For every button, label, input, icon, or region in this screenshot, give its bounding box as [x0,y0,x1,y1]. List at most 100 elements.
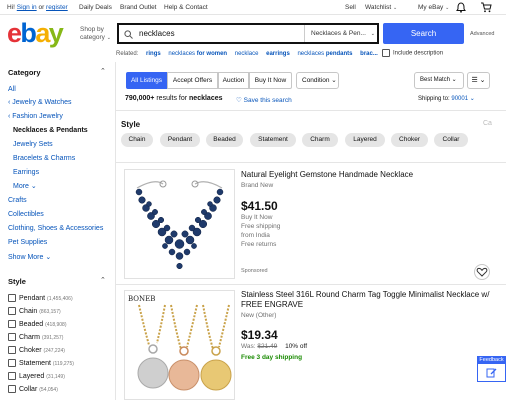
sponsored-label: Sponsored [241,268,268,274]
condition-dropdown[interactable]: Condition ⌄ [296,72,339,89]
item-price: $19.34 [241,328,278,342]
view-toggle[interactable]: ☰ ⌄ [467,72,490,89]
ebay-logo[interactable]: ebay [7,20,64,47]
related-link[interactable]: necklaces pendants [297,51,352,57]
category-select[interactable]: Necklaces & Pen... ⌄ [304,25,379,42]
my-ebay-link[interactable]: My eBay ⌄ [418,4,449,11]
sidebar-item-pet-supplies[interactable]: Pet Supplies [8,239,47,246]
style-chip[interactable]: Pendant [160,133,200,147]
tab-all-listings[interactable]: All Listings [126,72,167,89]
sidebar-item-current: Necklaces & Pendants [13,127,88,134]
feedback-button[interactable]: Feedback [477,356,506,382]
save-search-link[interactable]: ♡ Save this search [236,96,292,104]
item-title-link[interactable]: Stainless Steel 316L Round Charm Tag Tog… [241,290,491,310]
sort-dropdown[interactable]: Best Match ⌄ [414,72,464,89]
cart-icon[interactable] [480,2,492,13]
sidebar-item-jewelry-sets[interactable]: Jewelry Sets [13,141,53,148]
bell-icon[interactable] [456,2,466,13]
item-was-price: Was: $21.49 10% off [241,343,308,350]
category-heading: Category [8,68,41,77]
style-filter-choker[interactable]: Choker (247,224) [8,346,65,354]
item-title-link[interactable]: Natural Eyelight Gemstone Handmade Neckl… [241,170,491,180]
watchlist-link[interactable]: Watchlist ⌄ [365,4,397,11]
style-filter-pendant[interactable]: Pendant (1,455,406) [8,294,73,302]
include-description-checkbox[interactable]: Include description [382,49,443,57]
style-filter-beaded[interactable]: Beaded (418,908) [8,320,67,328]
item-image[interactable]: BONEB [124,290,235,400]
search-input[interactable]: necklaces [139,29,175,38]
style-filter-layered[interactable]: Layered (31,149) [8,372,65,380]
sidebar-item-fashion-jewelry[interactable]: ‹ Fashion Jewelry [8,113,63,120]
related-link[interactable]: necklace [235,51,259,57]
checkbox[interactable] [8,359,16,367]
sign-in-link[interactable]: Sign in [17,4,37,11]
checkbox[interactable] [8,320,16,328]
register-link[interactable]: register [46,4,68,11]
sidebar-item-collectibles[interactable]: Collectibles [8,211,44,218]
checkbox[interactable] [8,346,16,354]
chevron-down-icon: ⌄ [106,35,111,41]
tab-auction[interactable]: Auction [218,72,249,89]
checkbox[interactable] [382,49,390,57]
sidebar-item-more[interactable]: More ⌄ [13,182,37,190]
divider [115,284,506,285]
checkbox[interactable] [8,333,16,341]
help-contact-link[interactable]: Help & Contact [164,4,208,11]
necklace-image [135,180,224,270]
style-filter-statement[interactable]: Statement (119,275) [8,359,74,367]
style-chip[interactable]: Layered [345,133,385,147]
tab-accept-offers[interactable]: Accept Offers [167,72,218,89]
style-chip[interactable]: Statement [250,133,296,147]
top-nav: Hi! Sign in or register Daily Deals Bran… [0,0,506,15]
sidebar-show-more[interactable]: Show More ⌄ [8,253,51,261]
related-link[interactable]: necklaces for women [168,51,227,57]
item-condition: New (Other) [241,312,277,319]
item-image[interactable] [124,169,235,279]
checkbox[interactable] [8,385,16,393]
divider [115,162,506,163]
style-chip[interactable]: Charm [302,133,338,147]
brand-outlet-link[interactable]: Brand Outlet [120,4,157,11]
style-chip[interactable]: Chain [121,133,153,147]
checkbox[interactable] [8,372,16,380]
heart-icon [476,267,488,277]
sell-link[interactable]: Sell [345,4,356,11]
search-button[interactable]: Search [383,23,464,44]
checkbox[interactable] [8,294,16,302]
related-link[interactable]: rings [146,51,161,57]
tab-buy-it-now[interactable]: Buy It Now [249,72,292,89]
item-meta: Buy It Now Free shipping from India Free… [241,214,281,248]
results-count: 790,000+ results for necklaces [125,95,223,102]
chevron-up-icon[interactable]: ⌃ [100,67,106,75]
style-chip[interactable]: Collar [434,133,468,147]
shop-by-category[interactable]: Shop by category ⌄ [80,26,111,42]
related-link[interactable]: brac... [360,51,378,57]
style-filter-collar[interactable]: Collar (54,054) [8,385,58,393]
style-filter-chain[interactable]: Chain (863,157) [8,307,61,315]
sidebar-item-earrings[interactable]: Earrings [13,169,39,176]
brand-mark: BONEB [128,295,155,303]
item-price: $41.50 [241,199,278,213]
zip-code-link[interactable]: 90001 ⌄ [451,96,474,102]
watch-button[interactable] [474,264,490,280]
sidebar-item-jewelry-watches[interactable]: ‹ Jewelry & Watches [8,99,72,106]
divider [0,14,506,15]
related-link[interactable]: earrings [266,51,290,57]
advanced-search-link[interactable]: Advanced [470,31,494,37]
search-box: necklaces Necklaces & Pen... ⌄ [117,23,379,44]
chevron-up-icon[interactable]: ⌃ [100,276,106,284]
style-chip-overflow: Ca [483,120,492,127]
chevron-down-icon: ⌄ [392,5,398,11]
style-chip[interactable]: Beaded [206,133,243,147]
sidebar-item-crafts[interactable]: Crafts [8,197,27,204]
necklace-image: BONEB [128,295,232,391]
search-icon [124,30,133,39]
style-chip[interactable]: Choker [391,133,428,147]
daily-deals-link[interactable]: Daily Deals [79,4,112,11]
style-heading: Style [8,277,26,286]
style-filter-charm[interactable]: Charm (391,257) [8,333,63,341]
sidebar-item-bracelets[interactable]: Bracelets & Charms [13,155,75,162]
checkbox[interactable] [8,307,16,315]
sidebar-item-all[interactable]: All [8,86,16,93]
sidebar-item-clothing[interactable]: Clothing, Shoes & Accessories [8,225,103,232]
